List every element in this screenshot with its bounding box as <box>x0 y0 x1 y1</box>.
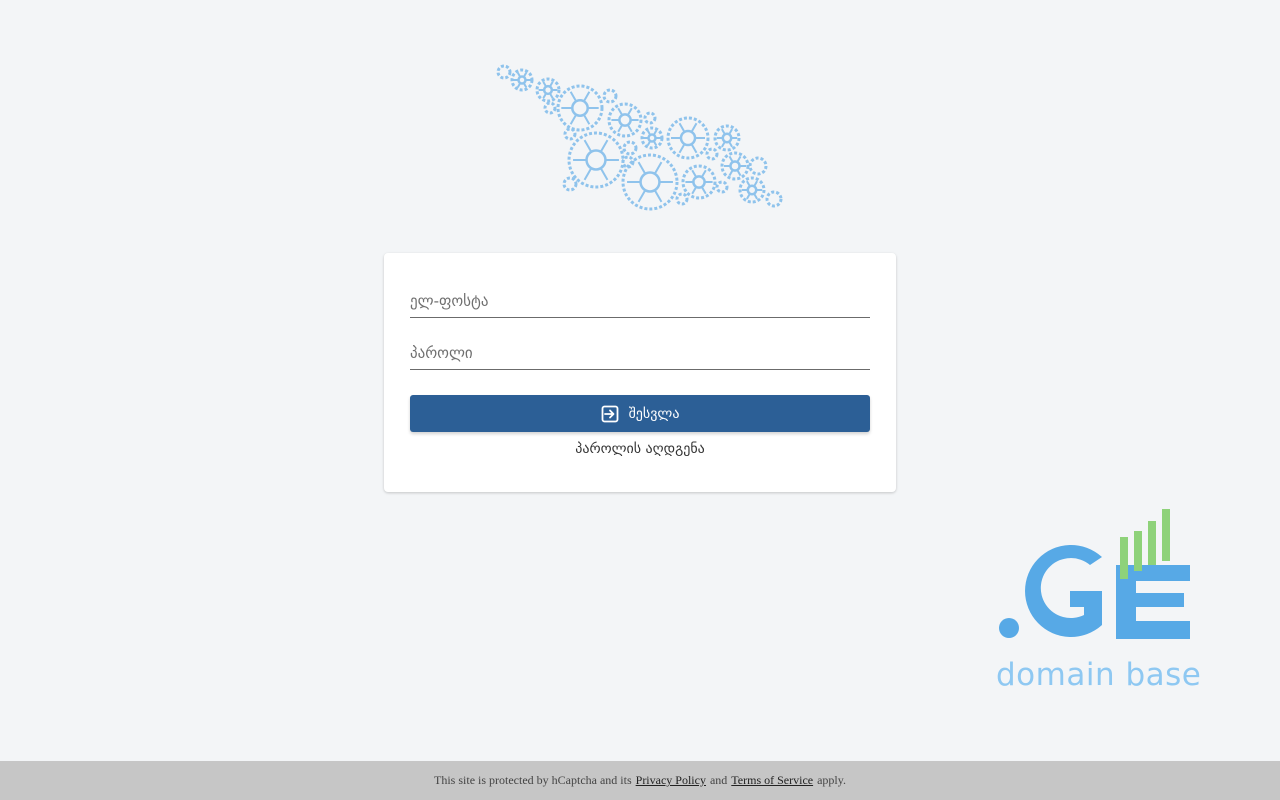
domain-base-text: domain base <box>996 657 1202 693</box>
gear-spoke <box>522 82 528 88</box>
gear-spoke <box>653 161 663 175</box>
gear-icon <box>765 190 783 208</box>
gear-spoke <box>549 92 554 99</box>
login-button[interactable]: შესვლა <box>410 395 870 432</box>
gear-hub-icon <box>729 160 741 172</box>
gear-hub-icon <box>571 99 589 117</box>
gear-icon <box>496 64 512 80</box>
gear-icon <box>562 176 578 192</box>
gear-spoke <box>583 167 593 181</box>
gear-spoke <box>599 167 609 181</box>
email-input[interactable] <box>410 287 870 315</box>
gear-spoke <box>617 124 624 133</box>
gear-spoke <box>728 141 733 148</box>
gear-spoke <box>690 122 698 133</box>
gear-icon <box>543 101 557 115</box>
login-button-label: შესვლა <box>628 405 680 422</box>
gear-icon <box>705 147 719 161</box>
gear-hub-icon <box>647 133 657 143</box>
reset-password-link[interactable]: პაროლის აღდგენა <box>384 441 896 457</box>
privacy-policy-link[interactable]: Privacy Policy <box>636 773 706 788</box>
gear-spoke <box>626 107 633 116</box>
gear-spoke <box>637 189 647 203</box>
gear-spoke <box>678 122 686 133</box>
footer-text-after: apply. <box>817 773 846 787</box>
footer-text-before: This site is protected by hCaptcha and i… <box>434 773 632 787</box>
gear-spoke <box>690 143 698 154</box>
gear-hub-icon <box>679 129 697 147</box>
gear-spoke <box>582 114 591 125</box>
login-page: შესვლა პაროლის აღდგენა domain base This … <box>0 0 1280 800</box>
ge-domain-base-logo: domain base <box>990 505 1202 700</box>
gear-spoke <box>516 82 522 88</box>
password-field[interactable] <box>410 339 870 370</box>
gear-icon <box>643 111 657 125</box>
gear-spoke <box>700 169 707 178</box>
gear-spoke <box>728 169 734 177</box>
gear-hub-icon <box>746 184 758 196</box>
login-card: შესვლა პაროლის აღდგენა <box>384 253 896 492</box>
gear-spoke <box>542 92 547 99</box>
ge-logo-mark <box>999 509 1190 639</box>
gear-spoke <box>736 169 742 177</box>
gear-spoke <box>721 128 726 135</box>
footer-text-middle: and <box>709 773 728 787</box>
gear-spoke <box>646 130 652 136</box>
gear-spoke <box>753 180 758 187</box>
gear-icon <box>715 180 729 194</box>
gear-icon <box>602 88 618 104</box>
gear-spoke <box>700 186 707 195</box>
gear-spoke <box>646 140 652 146</box>
gear-spoke <box>569 91 578 102</box>
password-input[interactable] <box>410 339 870 367</box>
gear-icon <box>621 155 635 169</box>
gear-hub-icon <box>517 75 527 85</box>
gear-icon <box>748 156 768 176</box>
terms-of-service-link[interactable]: Terms of Service <box>731 773 813 788</box>
gear-spoke <box>728 155 734 163</box>
gear-spoke <box>582 91 591 102</box>
gear-spoke <box>522 72 528 78</box>
email-field[interactable] <box>410 287 870 318</box>
gear-icon <box>675 192 689 206</box>
gear-hub-icon <box>639 171 661 193</box>
gear-icon <box>563 127 577 141</box>
footer: This site is protected by hCaptcha and i… <box>0 761 1280 800</box>
gear-spoke <box>746 180 751 187</box>
gear-hub-icon <box>585 149 607 171</box>
gear-spoke <box>617 107 624 116</box>
gear-spoke <box>691 186 698 195</box>
gear-spoke <box>569 114 578 125</box>
gear-spoke <box>691 169 698 178</box>
gear-spoke <box>653 189 663 203</box>
gear-spoke <box>746 193 751 200</box>
gear-spoke <box>678 143 686 154</box>
gear-spoke <box>736 155 742 163</box>
gear-spoke <box>599 139 609 153</box>
gear-spoke <box>626 124 633 133</box>
gear-spoke <box>583 139 593 153</box>
gear-spoke <box>728 128 733 135</box>
gear-hub-icon <box>692 175 706 189</box>
gear-hub-icon <box>721 132 733 144</box>
gears-map-logo <box>496 64 783 211</box>
gear-spoke <box>542 81 547 88</box>
gear-spoke <box>637 161 647 175</box>
gear-icon <box>622 140 638 156</box>
gear-spoke <box>721 141 726 148</box>
gear-spoke <box>652 130 658 136</box>
gear-spoke <box>753 193 758 200</box>
gear-spoke <box>652 140 658 146</box>
login-icon <box>601 405 619 423</box>
gear-spoke <box>549 81 554 88</box>
gear-spoke <box>516 72 522 78</box>
gear-hub-icon <box>542 84 554 96</box>
gear-hub-icon <box>618 113 632 127</box>
